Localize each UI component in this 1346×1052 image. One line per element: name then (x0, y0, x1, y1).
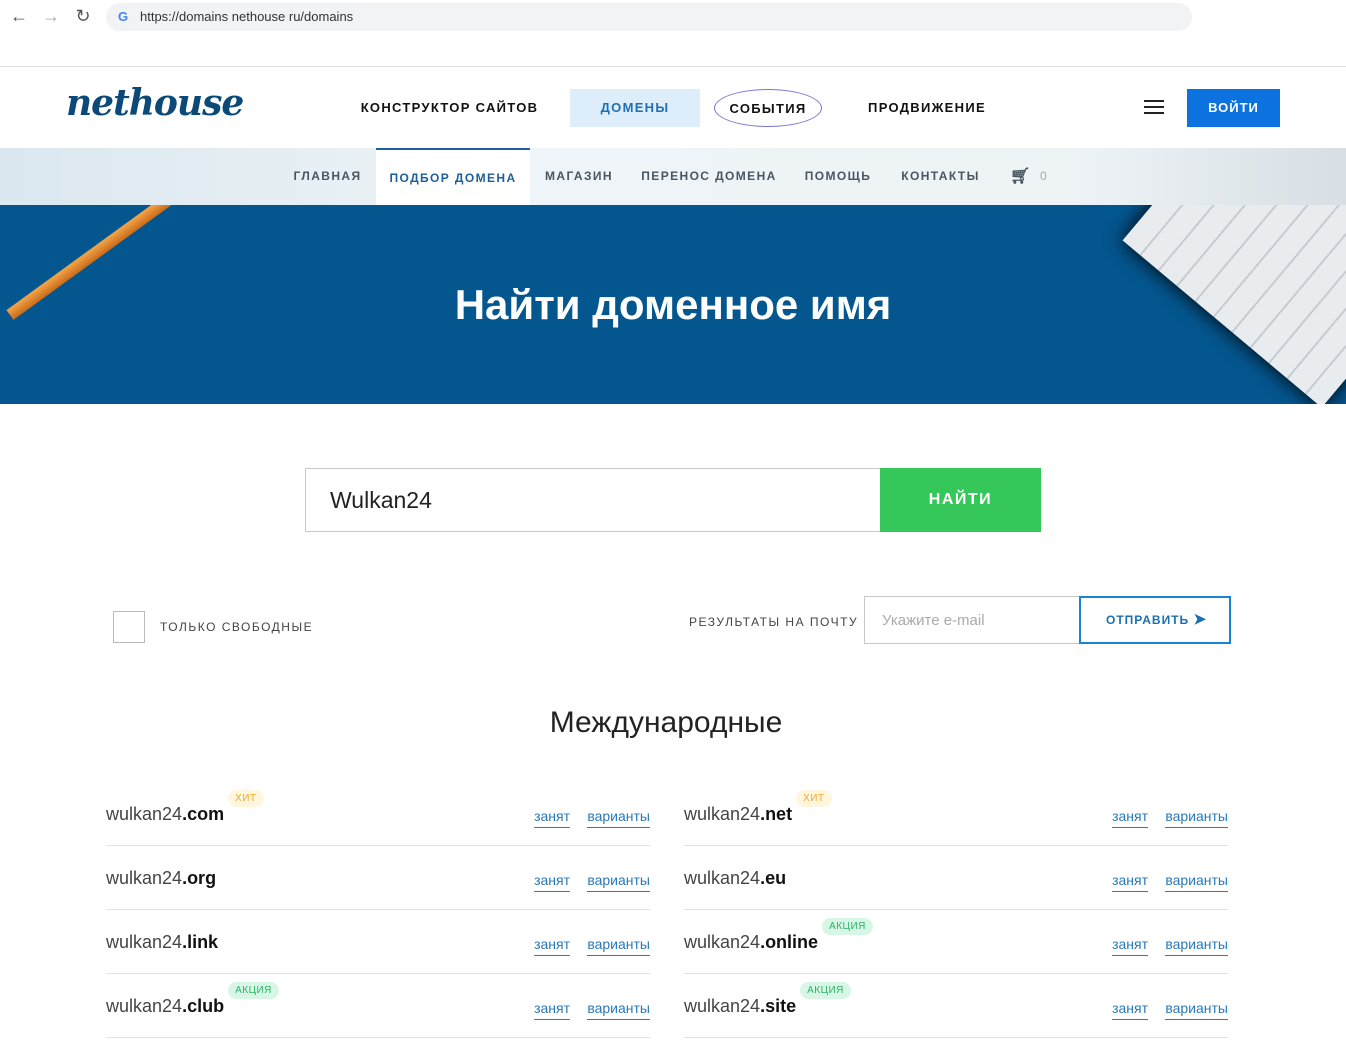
domain-badge: АКЦИЯ (228, 982, 279, 999)
domain-name: wulkan24.comХИТ (106, 790, 264, 825)
only-free-label: ТОЛЬКО СВОБОДНЫЕ (160, 620, 314, 634)
reload-icon[interactable]: ↻ (72, 6, 94, 27)
back-icon[interactable]: ← (8, 6, 30, 27)
login-button[interactable]: ВОЙТИ (1187, 89, 1280, 127)
domain-base: wulkan24 (684, 996, 761, 1016)
status-link[interactable]: занят (1112, 1000, 1148, 1020)
domain-row: wulkan24.comХИТ занят варианты (106, 782, 650, 846)
domain-row: wulkan24.eu занят варианты (684, 846, 1228, 910)
nav-site-builder[interactable]: КОНСТРУКТОР САЙТОВ (352, 89, 547, 127)
variants-link[interactable]: варианты (1165, 936, 1228, 956)
domain-badge: АКЦИЯ (822, 918, 873, 935)
nav-events[interactable]: СОБЫТИЯ (714, 89, 822, 127)
domain-row: wulkan24.onlineАКЦИЯ занят варианты (684, 910, 1228, 974)
domain-name: wulkan24.clubАКЦИЯ (106, 982, 279, 1017)
results-email-label: РЕЗУЛЬТАТЫ НА ПОЧТУ (689, 615, 859, 629)
domain-badge: ХИТ (228, 790, 264, 807)
cart-count: 0 (1039, 169, 1049, 183)
domain-tld: .site (760, 996, 797, 1016)
find-button[interactable]: НАЙТИ (880, 468, 1041, 532)
logo[interactable]: nethouse (66, 82, 244, 124)
nav-promotion[interactable]: ПРОДВИЖЕНИЕ (860, 89, 994, 127)
subnav-shop[interactable]: МАГАЗИН (536, 148, 622, 205)
domain-base: wulkan24 (106, 868, 183, 888)
variants-link[interactable]: варианты (1165, 808, 1228, 828)
status-link[interactable]: занят (534, 1000, 570, 1020)
status-link[interactable]: занят (534, 872, 570, 892)
domain-badge: ХИТ (796, 790, 832, 807)
domain-name: wulkan24.siteАКЦИЯ (684, 982, 851, 1017)
variants-link[interactable]: варианты (1165, 1000, 1228, 1020)
domain-name: wulkan24.link (106, 932, 218, 953)
domain-name: wulkan24.onlineАКЦИЯ (684, 918, 873, 953)
subnav-help[interactable]: ПОМОЩЬ (798, 148, 878, 205)
domain-name: wulkan24.eu (684, 868, 786, 889)
variants-link[interactable]: варианты (587, 1000, 650, 1020)
domain-row: wulkan24.link занят варианты (106, 910, 650, 974)
hero-banner: Найти доменное имя (0, 205, 1346, 404)
only-free-checkbox[interactable] (113, 611, 145, 643)
domain-tld: .link (182, 932, 219, 952)
menu-icon[interactable] (1144, 100, 1164, 114)
status-link[interactable]: занят (1112, 936, 1148, 956)
domain-base: wulkan24 (106, 804, 183, 824)
domain-base: wulkan24 (106, 932, 183, 952)
nav-domains[interactable]: ДОМЕНЫ (570, 89, 700, 127)
domain-search-input[interactable]: Wulkan24 (305, 468, 881, 532)
domain-name: wulkan24.org (106, 868, 216, 889)
subnav-contacts[interactable]: КОНТАКТЫ (894, 148, 987, 205)
status-link[interactable]: занят (534, 808, 570, 828)
google-icon: G (118, 9, 129, 24)
variants-link[interactable]: варианты (1165, 872, 1228, 892)
variants-link[interactable]: варианты (587, 872, 650, 892)
address-bar[interactable]: https://domains nethouse ru/domains (106, 3, 1192, 31)
domain-tld: .online (760, 932, 819, 952)
domain-row: wulkan24.siteАКЦИЯ занят варианты (684, 974, 1228, 1038)
domain-row: wulkan24.clubАКЦИЯ занят варианты (106, 974, 650, 1038)
domain-badge: АКЦИЯ (800, 982, 851, 999)
send-label: ОТПРАВИТЬ (1106, 613, 1190, 627)
status-link[interactable]: занят (1112, 808, 1148, 828)
domain-base: wulkan24 (684, 804, 761, 824)
subnav-transfer[interactable]: ПЕРЕНОС ДОМЕНА (636, 148, 782, 205)
variants-link[interactable]: варианты (587, 936, 650, 956)
domain-tld: .org (182, 868, 217, 888)
domain-tld: .net (760, 804, 793, 824)
status-link[interactable]: занят (1112, 872, 1148, 892)
send-button[interactable]: ОТПРАВИТЬ ➤ (1079, 596, 1231, 644)
hero-title: Найти доменное имя (454, 281, 892, 328)
paper-plane-icon: ➤ (1193, 611, 1208, 628)
cart-icon[interactable]: 🛒︎ (1010, 148, 1030, 205)
domain-row: wulkan24.netХИТ занят варианты (684, 782, 1228, 846)
subnav-home[interactable]: ГЛАВНАЯ (285, 148, 370, 205)
domain-base: wulkan24 (684, 868, 761, 888)
domain-name: wulkan24.netХИТ (684, 790, 832, 825)
domain-tld: .eu (760, 868, 787, 888)
variants-link[interactable]: варианты (587, 808, 650, 828)
section-title: Международные (549, 706, 783, 739)
forward-icon[interactable]: → (40, 6, 62, 27)
domain-tld: .com (182, 804, 225, 824)
email-input[interactable]: Укажите e-mail (864, 596, 1080, 644)
domain-tld: .club (182, 996, 225, 1016)
status-link[interactable]: занят (534, 936, 570, 956)
domain-base: wulkan24 (106, 996, 183, 1016)
domain-row: wulkan24.org занят варианты (106, 846, 650, 910)
subnav-domain-search[interactable]: ПОДБОР ДОМЕНА (376, 148, 530, 205)
domain-base: wulkan24 (684, 932, 761, 952)
